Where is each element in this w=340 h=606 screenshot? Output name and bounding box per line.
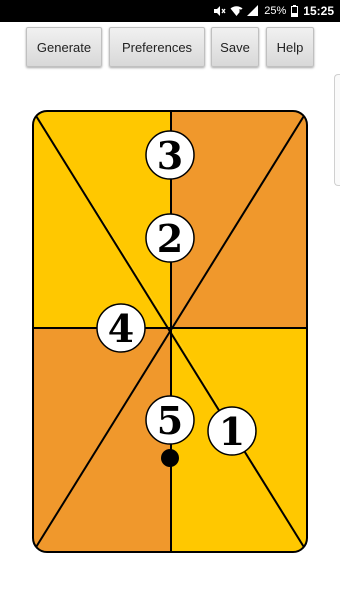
number-token-4[interactable]: 4 (96, 303, 146, 353)
token-label: 4 (108, 306, 134, 351)
puzzle-board[interactable]: 3 2 4 5 1 (0, 0, 340, 606)
number-token-3[interactable]: 3 (145, 130, 195, 180)
token-label: 2 (157, 216, 183, 261)
number-token-5[interactable]: 5 (145, 395, 195, 445)
number-token-1[interactable]: 1 (207, 406, 257, 456)
token-label: 3 (157, 133, 183, 178)
number-token-2[interactable]: 2 (145, 213, 195, 263)
marker-dot (161, 449, 179, 467)
token-label: 1 (219, 409, 245, 454)
token-label: 5 (157, 398, 183, 443)
